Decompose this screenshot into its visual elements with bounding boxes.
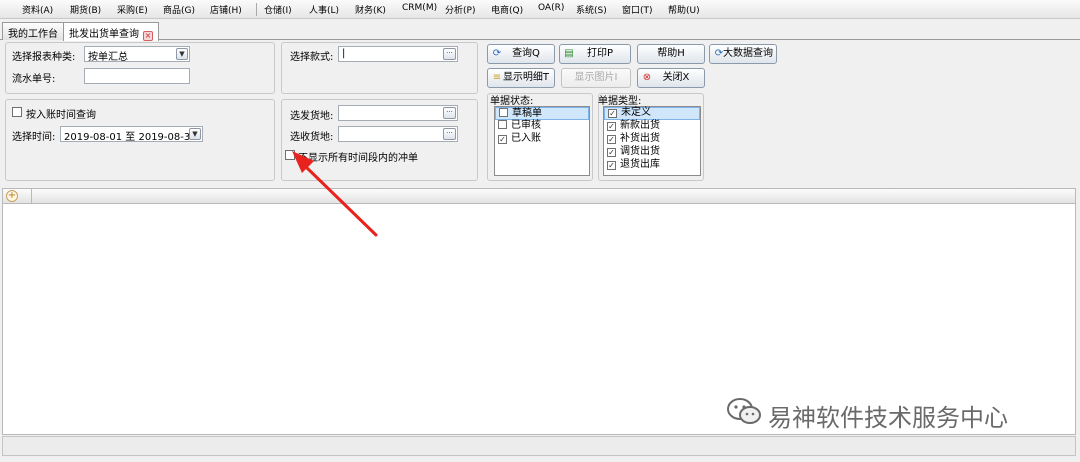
chevron-down-icon[interactable]: ▼ — [189, 128, 201, 140]
menu-item-crm[interactable]: CRM(M) — [402, 3, 437, 13]
menu-item-system[interactable]: 系统(S) — [576, 3, 607, 16]
checkmark-icon[interactable]: ✓ — [607, 161, 616, 170]
menu-item-warehouse[interactable]: 仓储(I) — [264, 3, 292, 16]
checkbox-icon[interactable] — [498, 120, 507, 129]
close-button-label: 关闭X — [662, 72, 690, 83]
close-circle-icon: ⊗ — [642, 72, 652, 83]
menu-item-futures[interactable]: 期货(B) — [70, 3, 101, 16]
doc-type-item-transfer[interactable]: ✓ 调货出货 — [604, 146, 700, 159]
printer-icon: ▤ — [564, 48, 574, 59]
receive-place-label: 选收货地: — [290, 132, 334, 143]
tab-workbench[interactable]: 我的工作台 — [2, 22, 64, 40]
show-image-button[interactable]: 显示图片I — [561, 68, 631, 88]
checkmark-icon[interactable]: ✓ — [607, 148, 616, 157]
send-place-input[interactable]: ··· — [338, 105, 458, 121]
doc-status-item-posted[interactable]: ✓ 已入账 — [495, 133, 589, 146]
menu-bar: 资料(A) 期货(B) 采购(E) 商品(G) 店铺(H) 仓储(I) 人事(L… — [0, 0, 1080, 19]
chevron-down-icon[interactable]: ▼ — [176, 48, 188, 60]
doc-status-item-label: 已审核 — [511, 120, 541, 131]
grid-column-divider — [31, 189, 32, 203]
refresh-icon: ⟳ — [714, 48, 724, 59]
menu-item-window[interactable]: 窗口(T) — [622, 3, 653, 16]
by-account-time-label: 按入账时间查询 — [26, 110, 96, 121]
report-type-value: 按单汇总 — [88, 52, 128, 62]
doc-type-item-label: 调货出货 — [620, 146, 660, 157]
serial-label: 流水单号: — [12, 74, 56, 85]
style-value: | — [342, 48, 346, 59]
doc-status-item-label: 已入账 — [511, 133, 541, 144]
help-button-label: 帮助H — [657, 48, 685, 59]
style-input[interactable]: | ··· — [338, 46, 458, 62]
doc-status-title: 单据状态: — [490, 96, 534, 107]
close-button[interactable]: ⊗ 关闭X — [637, 68, 705, 88]
menu-item-goods[interactable]: 商品(G) — [163, 3, 195, 16]
send-place-label: 选发货地: — [290, 111, 334, 122]
more-icon[interactable]: ··· — [443, 128, 456, 140]
report-type-select[interactable]: 按单汇总 ▼ — [84, 46, 190, 62]
doc-type-item-undefined[interactable]: ✓ 未定义 — [604, 107, 700, 120]
status-bar — [2, 436, 1076, 456]
checkmark-icon[interactable]: ✓ — [607, 135, 616, 144]
tab-wholesale-query-label: 批发出货单查询 — [69, 29, 139, 40]
refresh-icon: ⟳ — [492, 48, 502, 59]
checkmark-icon[interactable]: ✓ — [608, 109, 617, 118]
time-label: 选择时间: — [12, 132, 56, 143]
tab-wholesale-query[interactable]: 批发出货单查询 × — [63, 22, 159, 41]
help-button[interactable]: 帮助H — [637, 44, 705, 64]
doc-type-item-label: 新款出货 — [620, 120, 660, 131]
doc-type-item-new[interactable]: ✓ 新款出货 — [604, 120, 700, 133]
show-image-button-label: 显示图片I — [574, 72, 618, 83]
menu-item-finance[interactable]: 财务(K) — [355, 3, 386, 16]
by-account-time-checkbox[interactable] — [12, 107, 22, 117]
menu-item-ecommerce[interactable]: 电商(Q) — [491, 3, 523, 16]
doc-type-list: ✓ 未定义 ✓ 新款出货 ✓ 补货出货 ✓ 调货出货 ✓ 退货出库 — [603, 106, 701, 176]
close-icon[interactable]: × — [143, 31, 153, 41]
checkbox-icon[interactable] — [499, 108, 508, 117]
menu-item-analysis[interactable]: 分析(P) — [445, 3, 475, 16]
menu-item-hr[interactable]: 人事(L) — [309, 3, 339, 16]
doc-type-item-label: 退货出库 — [620, 159, 660, 170]
tab-workbench-label: 我的工作台 — [8, 29, 58, 40]
time-range-select[interactable]: 2019-08-01 至 2019-08-31 ▼ — [60, 126, 203, 142]
grid-header: + — [2, 188, 1076, 204]
menu-item-data[interactable]: 资料(A) — [22, 3, 53, 16]
more-icon[interactable]: ··· — [443, 107, 456, 119]
query-button-label: 查询Q — [512, 48, 540, 59]
menu-item-store[interactable]: 店铺(H) — [210, 3, 242, 16]
print-button[interactable]: ▤ 打印P — [559, 44, 631, 64]
doc-status-list: 草稿单 已审核 ✓ 已入账 — [494, 106, 590, 176]
doc-type-item-return[interactable]: ✓ 退货出库 — [604, 159, 700, 172]
print-button-label: 打印P — [586, 48, 614, 59]
doc-type-item-restock[interactable]: ✓ 补货出货 — [604, 133, 700, 146]
menu-item-purchase[interactable]: 采购(E) — [117, 3, 148, 16]
watermark-text: 易神软件技术服务中心 — [768, 404, 1008, 432]
doc-type-title: 单据类型: — [598, 96, 642, 107]
checkmark-icon[interactable]: ✓ — [498, 135, 507, 144]
receive-place-input[interactable]: ··· — [338, 126, 458, 142]
report-type-label: 选择报表种类: — [12, 52, 76, 63]
wechat-icon — [726, 396, 762, 428]
doc-status-item-draft[interactable]: 草稿单 — [495, 107, 589, 120]
tab-bar — [0, 20, 1080, 40]
doc-status-item-label: 草稿单 — [512, 108, 542, 119]
doc-status-item-audited[interactable]: 已审核 — [495, 120, 589, 133]
more-icon[interactable]: ··· — [443, 48, 456, 60]
expand-icon[interactable]: + — [6, 190, 18, 202]
show-detail-button[interactable]: ≡ 显示明细T — [487, 68, 555, 88]
style-label: 选择款式: — [290, 52, 334, 63]
doc-type-item-label: 未定义 — [621, 107, 651, 118]
list-icon: ≡ — [492, 72, 502, 83]
menu-separator — [256, 3, 257, 16]
serial-input[interactable] — [84, 68, 190, 84]
query-button[interactable]: ⟳ 查询Q — [487, 44, 555, 64]
menu-item-oa[interactable]: OA(R) — [538, 3, 564, 13]
menu-item-help[interactable]: 帮助(U) — [668, 3, 700, 16]
doc-type-item-label: 补货出货 — [620, 133, 660, 144]
annotation-arrow — [292, 151, 378, 237]
checkmark-icon[interactable]: ✓ — [607, 122, 616, 131]
time-range-value: 2019-08-01 至 2019-08-31 — [64, 132, 197, 142]
bigdata-query-button[interactable]: ⟳ 大数据查询 — [709, 44, 777, 64]
